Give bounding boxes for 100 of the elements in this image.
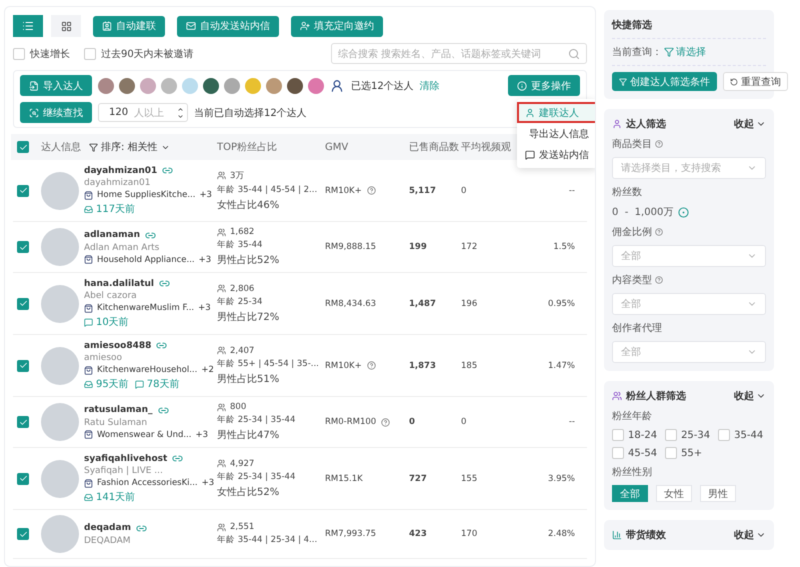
column-header: TOP粉丝占比 bbox=[217, 140, 278, 154]
field-label: 粉丝年龄 bbox=[612, 410, 653, 423]
bag-icon bbox=[84, 430, 93, 439]
action-button[interactable]: 自动建联 bbox=[93, 16, 165, 36]
count-field[interactable]: 120 人以上 bbox=[98, 103, 188, 122]
agency-select[interactable]: 全部 bbox=[612, 341, 766, 363]
age-text: 年龄 25-34 | 35-44 bbox=[217, 414, 296, 426]
avatar-photo bbox=[287, 78, 303, 94]
fans-count: 4,927 bbox=[230, 458, 254, 468]
more-count: +3 bbox=[198, 303, 211, 313]
continue-search-button[interactable]: 继续查找 bbox=[20, 102, 92, 123]
import-button[interactable]: 导入达人 bbox=[20, 75, 92, 96]
sold-cell-text: 5,117 bbox=[409, 186, 437, 196]
commission-select[interactable]: 全部 bbox=[612, 245, 766, 267]
collapse-link[interactable]: 收起 bbox=[734, 389, 754, 403]
search-field[interactable]: 综合搜索 搜索姓名、产品、话题标签或关键词 bbox=[331, 43, 587, 64]
action-button[interactable]: 填充定向邀约 bbox=[291, 16, 383, 36]
bag-icon bbox=[84, 304, 93, 312]
gmv-cell: RM10K+ bbox=[325, 360, 362, 370]
time-tag: 10天前 bbox=[96, 315, 129, 329]
list-view-toggle[interactable] bbox=[13, 15, 43, 37]
rate-cell-text: -- bbox=[568, 186, 576, 196]
checkbox-label: 快速增长 bbox=[30, 48, 70, 60]
avatar-photo bbox=[182, 78, 198, 94]
age-checkbox[interactable] bbox=[665, 447, 678, 459]
column-header: 达人信息 bbox=[41, 140, 81, 154]
rate-cell-text: -- bbox=[568, 417, 576, 427]
card-title: 带货绩效 bbox=[626, 528, 666, 542]
menu-item[interactable]: 建联达人 bbox=[517, 102, 595, 123]
clear-link[interactable]: 清除 bbox=[420, 78, 440, 92]
column-header: GMV bbox=[325, 142, 350, 152]
collapse-link[interactable]: 收起 bbox=[734, 117, 754, 131]
row-checkbox[interactable] bbox=[17, 298, 29, 310]
user-plus-icon bbox=[300, 21, 310, 31]
sold-cell-text: 199 bbox=[409, 242, 428, 252]
chart-icon bbox=[612, 530, 622, 540]
row-checkbox[interactable] bbox=[17, 241, 29, 253]
grid-view-toggle[interactable] bbox=[51, 15, 81, 37]
checkbox[interactable] bbox=[13, 48, 25, 60]
category-select[interactable]: 请选择类目，支持搜索 bbox=[612, 157, 766, 179]
users-icon bbox=[217, 522, 226, 532]
create-filter-button[interactable]: 创建达人筛选条件 bbox=[612, 72, 717, 91]
age-checkbox[interactable] bbox=[612, 447, 624, 459]
age-text: 年龄 35-44 bbox=[217, 239, 264, 251]
sold-cell-text: 423 bbox=[409, 529, 428, 539]
row-checkbox[interactable] bbox=[17, 472, 29, 484]
users-icon bbox=[217, 284, 226, 293]
users-icon bbox=[612, 391, 622, 401]
avatar-photo bbox=[41, 228, 79, 266]
row-checkbox[interactable] bbox=[17, 360, 29, 372]
age-checkbox[interactable] bbox=[718, 429, 730, 441]
time-tag: 141天前 bbox=[96, 490, 136, 504]
column-header: 已售商品数 bbox=[409, 140, 460, 154]
age-text: 年龄 35-44 | 45-54 | 2... bbox=[217, 184, 318, 196]
link-icon bbox=[159, 278, 170, 289]
check-icon bbox=[18, 418, 28, 426]
gender-option[interactable]: 男性 bbox=[700, 485, 736, 502]
users-icon bbox=[217, 346, 226, 355]
views-cell-text: 170 bbox=[461, 529, 478, 539]
action-button[interactable]: 自动发送站内信 bbox=[177, 16, 279, 36]
checkbox-label: 过去90天内未被邀请 bbox=[101, 48, 194, 60]
sort-dropdown[interactable]: 排序: 相关性 bbox=[89, 140, 170, 154]
select-all-checkbox[interactable] bbox=[17, 141, 29, 153]
help-icon bbox=[655, 140, 663, 148]
users-icon bbox=[217, 402, 226, 412]
creator-name: hana.dalilatul bbox=[84, 278, 154, 288]
avatar-photo bbox=[245, 78, 261, 94]
gender-text: 男性占比47% bbox=[217, 428, 280, 442]
age-checkbox[interactable] bbox=[665, 429, 678, 441]
checkbox[interactable] bbox=[84, 48, 96, 60]
time-tag: 117天前 bbox=[96, 202, 136, 216]
gender-option[interactable]: 女性 bbox=[656, 485, 692, 502]
row-checkbox[interactable] bbox=[17, 416, 29, 428]
collapse-link[interactable]: 收起 bbox=[734, 528, 754, 542]
avatar-photo bbox=[41, 515, 79, 553]
avatar-photo bbox=[119, 78, 135, 94]
gmv-cell: RM9,888.15 bbox=[325, 242, 376, 252]
field-label: 创作者代理 bbox=[612, 322, 663, 335]
content-type-select[interactable]: 全部 bbox=[612, 293, 766, 315]
users-icon bbox=[217, 228, 226, 236]
fans-range: 0 - 1,000万 bbox=[612, 206, 674, 219]
row-checkbox[interactable] bbox=[17, 528, 29, 540]
gender-text: 男性占比52% bbox=[217, 254, 280, 267]
gmv-cell: RM15.1K bbox=[325, 474, 363, 484]
creator-name: deqadam bbox=[84, 523, 131, 533]
help-icon bbox=[655, 276, 663, 284]
more-count: +2 bbox=[201, 365, 214, 375]
reset-button[interactable]: 重置查询 bbox=[723, 72, 788, 91]
field-label: 内容类型 bbox=[612, 274, 652, 287]
query-link[interactable]: 请选择 bbox=[676, 45, 706, 59]
creator-handle: Adlan Aman Arts bbox=[84, 242, 160, 252]
avatar-photo bbox=[41, 403, 79, 441]
filter-icon bbox=[619, 78, 627, 86]
sort-icon bbox=[89, 142, 98, 152]
gender-option[interactable]: 全部 bbox=[612, 485, 648, 502]
link-icon bbox=[156, 340, 168, 351]
row-checkbox[interactable] bbox=[17, 184, 29, 196]
more-actions-button[interactable]: 更多操作 bbox=[508, 75, 580, 96]
age-checkbox[interactable] bbox=[612, 429, 624, 441]
creator-handle: amiesoo bbox=[84, 353, 124, 363]
